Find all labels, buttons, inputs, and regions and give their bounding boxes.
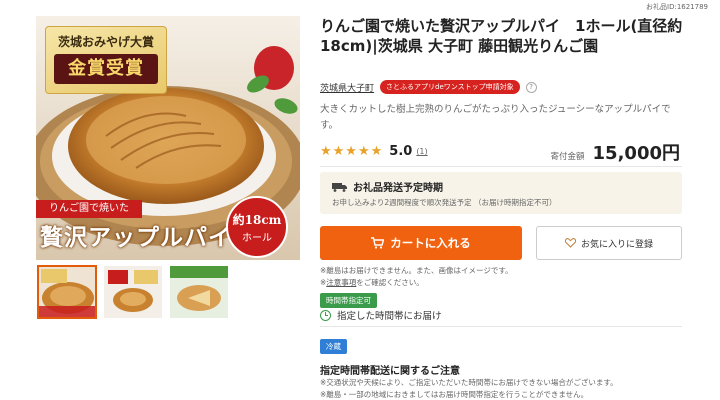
size-badge-top: 約18cm — [232, 213, 282, 227]
shipping-heading-row: お礼品発送予定時期 — [332, 179, 443, 194]
add-to-cart-button[interactable]: カートに入れる — [320, 226, 522, 260]
notes: ※離島はお届けできません。また、画像はイメージです。 ※注意事項をご確認ください… — [320, 265, 513, 289]
divider — [320, 326, 682, 327]
add-to-cart-label: カートに入れる — [390, 236, 471, 250]
thumbnail-1[interactable] — [37, 265, 97, 319]
note-line-1: ※離島はお届けできません。また、画像はイメージです。 — [320, 266, 513, 275]
notice-body: ※交通状況や天候により、ご指定いただいた時間帯にお届けできない場合がございます。… — [320, 377, 700, 400]
note-line-2: ※注意事項をご確認ください。 — [320, 277, 513, 289]
refrigerated-tag: 冷蔵 — [320, 339, 347, 354]
award-badge-main: 金賞受賞 — [54, 54, 158, 84]
image-caption-large: 贅沢アップルパイ — [40, 224, 232, 251]
size-badge-bottom: ホール — [242, 233, 272, 244]
truck-icon — [332, 182, 347, 192]
time-slot-tag: 時間帯指定可 — [320, 293, 377, 308]
thumbnail-2[interactable] — [104, 266, 162, 318]
shop-row: 茨城県大子町 さとふるアプリdeワンストップ申請対象 ? — [320, 80, 537, 94]
heart-icon — [564, 238, 576, 248]
main-product-image[interactable]: 茨城おみやげ大賞 金賞受賞 りんご園で焼いた 贅沢アップルパイ 約18cm ホー… — [36, 16, 300, 260]
thumbnail-3-image — [170, 266, 228, 318]
add-to-favorites-button[interactable]: お気に入りに登録 — [536, 226, 682, 260]
star-rating-icon: ★★★★★ — [320, 144, 384, 159]
price-row: 寄付金額 15,000円 — [551, 139, 680, 165]
image-caption-small: りんご園で焼いた — [36, 200, 142, 218]
item-id: お礼品ID:1621789 — [646, 3, 708, 11]
add-to-favorites-label: お気に入りに登録 — [580, 239, 653, 250]
onestop-badge: さとふるアプリdeワンストップ申請対象 — [380, 80, 520, 94]
product-description: 大きくカットした樹上完熟のりんごがたっぷり入ったジューシーなアップルパイです。 — [320, 104, 671, 131]
shipping-info-box: お礼品発送予定時期 お申し込みより2週間程度で順次発送予定 （お届け時期指定不可… — [320, 172, 682, 214]
note-suffix: をご確認ください。 — [356, 278, 424, 287]
price-value: 15,000円 — [592, 143, 680, 164]
thumbnail-3[interactable] — [170, 266, 228, 318]
notes-link[interactable]: 注意事項 — [326, 278, 356, 287]
shop-name-link[interactable]: 茨城県大子町 — [320, 81, 374, 94]
rating-score: 5.0 — [389, 144, 413, 159]
notice-line-2: ※離島・一部の地域におきましてはお届け時間帯指定を行うことができません。 — [320, 390, 589, 399]
award-badge-top: 茨城おみやげ大賞 — [57, 35, 154, 49]
cart-icon — [371, 237, 385, 249]
notice-line-1: ※交通状況や天候により、ご指定いただいた時間帯にお届けできない場合がございます。 — [320, 378, 618, 387]
shipping-detail: お申し込みより2週間程度で順次発送予定 （お届け時期指定不可） — [332, 198, 557, 207]
help-icon[interactable]: ? — [525, 81, 537, 93]
rating-row: ★★★★★ 5.0 (1) — [320, 144, 428, 159]
product-title: りんご園で焼いた贅沢アップルパイ 1ホール(直径約18cm)|茨城県 大子町 藤… — [320, 17, 683, 55]
shipping-heading: お礼品発送予定時期 — [353, 183, 443, 194]
clock-icon — [320, 309, 331, 321]
review-count-link[interactable]: (1) — [416, 147, 427, 156]
thumbnail-strip — [37, 265, 228, 319]
notice-title: 指定時間帯配送に関するご注意 — [320, 366, 460, 377]
size-badge: 約18cm ホール — [226, 196, 288, 258]
thumbnail-1-image — [38, 266, 96, 318]
price-label: 寄付金額 — [550, 152, 585, 162]
time-slot-text: 指定した時間帯にお届け — [337, 311, 442, 322]
thumbnail-2-image — [104, 266, 162, 318]
time-slot-row: 指定した時間帯にお届け — [320, 308, 442, 322]
divider — [320, 166, 682, 167]
award-badge: 茨城おみやげ大賞 金賞受賞 — [45, 26, 167, 94]
